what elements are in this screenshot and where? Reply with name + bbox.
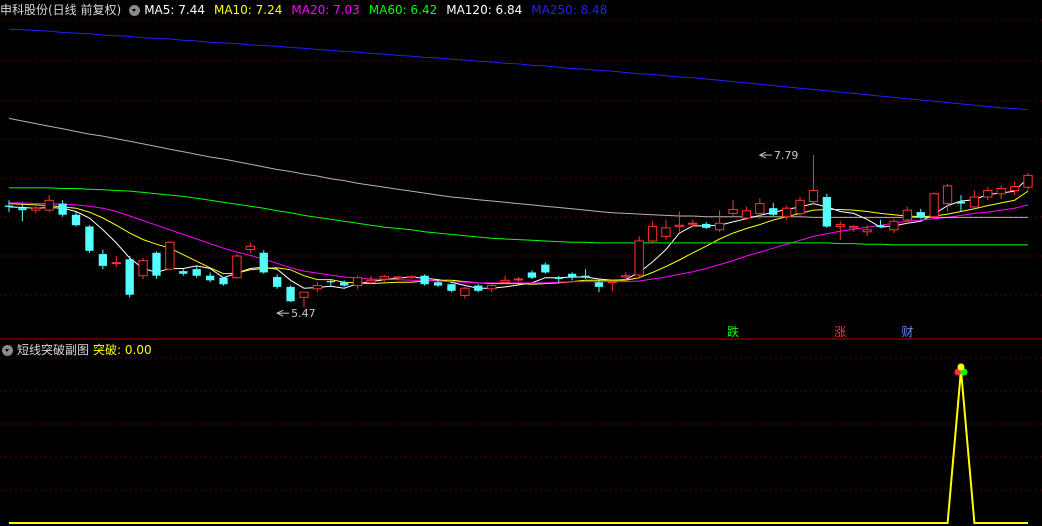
candle-body-up <box>299 291 309 298</box>
ma-legend: MA5: 7.44 MA10: 7.24 MA20: 7.03 MA60: 6.42 M… <box>144 1 616 19</box>
candle-body-down <box>956 201 966 204</box>
candle-body-down <box>58 203 67 215</box>
candle-body-up <box>889 220 899 231</box>
candle-body-down <box>18 208 27 211</box>
candle-body-up <box>165 241 175 270</box>
candle-body-up <box>634 240 644 276</box>
candle-body-down <box>4 205 14 207</box>
candle-body-up <box>138 260 148 277</box>
candle-body-up <box>835 224 845 228</box>
candle-body-up <box>1023 174 1033 188</box>
candle-body-up <box>969 196 980 208</box>
candle-body-down <box>205 275 215 281</box>
candle-body-up <box>688 222 698 225</box>
candle-body-up <box>983 189 993 198</box>
candle-body-down <box>152 252 161 276</box>
candle-body-up <box>31 207 41 211</box>
candle-body-down <box>541 264 550 273</box>
candle-body-up <box>929 193 939 218</box>
candle-body-up <box>607 281 618 284</box>
candle-body-down <box>554 277 563 279</box>
sub-panel-title: 短线突破副图 <box>17 343 90 357</box>
candle-body-down <box>567 273 577 278</box>
candle-body-up <box>714 222 725 231</box>
event-label: 涨 <box>834 324 846 339</box>
event-label: 跌 <box>727 324 739 339</box>
candle-body-down <box>273 277 282 287</box>
candle-body-down <box>594 282 604 287</box>
candle-body-down <box>340 282 349 286</box>
sub-panel-header: 短线突破副图 突破: 0.00 <box>0 341 152 359</box>
candle-body-up <box>1009 186 1020 191</box>
ma-legend-item: MA20: 7.03 <box>291 3 360 17</box>
ma-legend-item: MA250: 8.48 <box>531 3 608 17</box>
main-panel-title: 申科股份(日线 前复权) <box>0 3 122 17</box>
candle-body-up <box>44 199 54 211</box>
candle-body-down <box>192 269 201 276</box>
candle-body-down <box>98 254 108 266</box>
candle-body-up <box>460 287 470 296</box>
candle-body-up <box>996 188 1006 195</box>
ma-legend-item: MA10: 7.24 <box>213 3 283 17</box>
candle-body-up <box>379 275 390 280</box>
candle-body-up <box>352 277 363 287</box>
candle-body-up <box>849 226 859 229</box>
candle-body-up <box>232 255 242 279</box>
candle-body-up <box>942 185 953 205</box>
candle-body-up <box>674 224 685 228</box>
candle-body-up <box>366 279 376 283</box>
price-marker-label: 5.47 <box>291 307 316 320</box>
candle-body-up <box>487 285 497 290</box>
price-marker-label: 7.79 <box>774 149 799 162</box>
candle-body-up <box>621 275 631 278</box>
candle-body-up <box>513 278 524 281</box>
candle-body-up <box>647 226 658 242</box>
candle-body-down <box>179 271 188 274</box>
candle-body-down <box>769 208 778 215</box>
candle-body-up <box>902 209 912 221</box>
candle-body-down <box>822 197 832 227</box>
ma-legend-item: MA5: 7.44 <box>144 3 205 17</box>
signal-dot <box>957 363 965 371</box>
sub-indicator-dropdown-icon[interactable] <box>2 344 13 356</box>
candle-body-down <box>581 275 590 278</box>
candle-body-down <box>916 212 925 218</box>
candle-body-up <box>728 208 738 214</box>
main-panel-header: 申科股份(日线 前复权) MA5: 7.44 MA10: 7.24 MA20: 7.… <box>0 1 616 19</box>
candle-body-down <box>876 225 885 228</box>
candle-body-down <box>326 280 335 283</box>
candle-body-down <box>85 226 94 251</box>
candle-body-down <box>71 214 81 226</box>
event-label: 财 <box>901 325 913 339</box>
ma-legend-item: MA60: 6.42 <box>368 3 438 17</box>
candle-body-down <box>219 277 228 285</box>
sub-panel-value: 突破: 0.00 <box>93 343 152 357</box>
candle-body-up <box>406 275 416 279</box>
candle-body-up <box>741 210 752 219</box>
candle-body-down <box>125 259 134 295</box>
candle-body-up <box>111 262 121 265</box>
ma-legend-item: MA120: 6.84 <box>446 3 523 17</box>
candle-body-down <box>286 286 295 302</box>
candle-body-up <box>661 227 671 237</box>
candle-body-up <box>782 207 792 218</box>
candle-body-up <box>862 229 872 233</box>
candle-body-up <box>245 245 255 250</box>
candle-body-down <box>433 282 443 286</box>
candle-body-up <box>500 279 510 283</box>
indicator-dropdown-icon[interactable] <box>129 4 141 16</box>
candle-body-down <box>447 284 456 291</box>
candlestick-chart: 7.79 5.47 跌 涨 财 <box>0 0 1042 526</box>
candle-body-down <box>702 223 711 228</box>
candle-body-up <box>393 276 403 279</box>
candle-body-down <box>420 275 429 285</box>
candle-body-down <box>474 285 483 291</box>
candle-body-down <box>527 272 537 278</box>
candle-body-down <box>259 252 268 273</box>
candle-body-up <box>755 203 765 214</box>
candle-body-up <box>795 199 805 214</box>
candle-body-up <box>808 189 819 203</box>
candle-body-up <box>312 285 323 290</box>
